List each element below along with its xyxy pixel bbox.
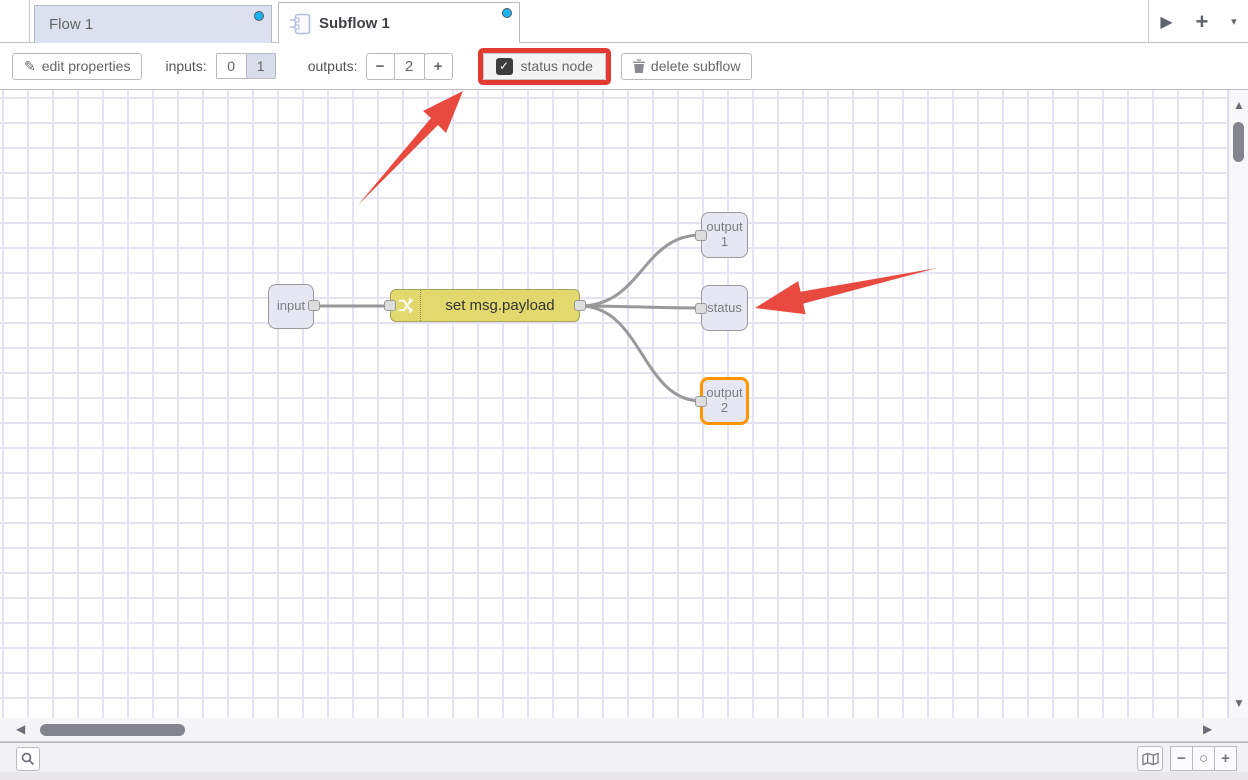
inputs-option-1[interactable]: 1 <box>246 54 275 78</box>
scroll-left-icon[interactable]: ◀ <box>16 722 25 736</box>
vertical-scrollbar[interactable]: ▲ ▼ <box>1228 90 1248 718</box>
trash-icon <box>633 59 645 73</box>
scroll-up-icon[interactable]: ▲ <box>1229 98 1248 112</box>
inputs-label: inputs: <box>165 58 206 74</box>
search-icon <box>21 752 35 766</box>
outputs-spinner: − 2 + <box>366 53 453 80</box>
tab-list-menu-icon[interactable]: ▾ <box>1231 15 1237 28</box>
inputs-option-0[interactable]: 0 <box>217 54 246 78</box>
shuffle-icon <box>397 297 414 314</box>
tab-modified-dot <box>502 8 512 18</box>
add-flow-icon[interactable]: + <box>1195 9 1208 35</box>
pencil-icon: ✎ <box>24 58 36 75</box>
canvas-grid[interactable] <box>0 90 1228 718</box>
horizontal-scrollbar[interactable]: ◀ ▶ <box>0 718 1248 742</box>
port-change-output[interactable] <box>574 300 586 311</box>
node-change[interactable]: set msg.payload <box>390 289 580 322</box>
scroll-right-icon[interactable]: ▶ <box>1203 722 1212 736</box>
outputs-value: 2 <box>394 53 425 80</box>
scroll-down-icon[interactable]: ▼ <box>1229 696 1248 710</box>
zoom-controls: − ○ + <box>1170 746 1237 771</box>
outputs-decrease-button[interactable]: − <box>366 53 395 80</box>
tabbar-left-spacer <box>0 0 30 43</box>
inputs-segmented-control: 0 1 <box>216 53 276 79</box>
tab-subflow-1[interactable]: Subflow 1 <box>278 2 520 44</box>
zoom-in-button[interactable]: + <box>1214 746 1237 771</box>
port-input-output[interactable] <box>308 300 320 311</box>
tabbar-actions: ▶ + ▾ <box>1148 0 1248 43</box>
port-change-input[interactable] <box>384 300 396 311</box>
node-input-label: input <box>277 299 305 314</box>
zoom-out-button[interactable]: − <box>1170 746 1193 771</box>
node-output-2-label: output2 <box>706 386 742 416</box>
subflow-toolbar: ✎ edit properties inputs: 0 1 outputs: −… <box>0 43 1248 90</box>
zoom-reset-button[interactable]: ○ <box>1192 746 1215 771</box>
vertical-scrollbar-thumb[interactable] <box>1233 122 1244 162</box>
tab-subflow-1-label: Subflow 1 <box>319 15 390 32</box>
node-status[interactable]: status <box>701 285 748 331</box>
bottom-edge-strip <box>0 772 1248 780</box>
horizontal-scrollbar-thumb[interactable] <box>40 724 185 736</box>
node-output-2[interactable]: output2 <box>700 377 749 425</box>
edit-properties-label: edit properties <box>42 58 131 74</box>
editor-footer: − ○ + <box>0 742 1248 772</box>
footer-right-controls: − ○ + <box>1137 746 1237 771</box>
tab-modified-dot <box>254 11 264 21</box>
status-node-toggle[interactable]: ✓ status node <box>483 53 606 80</box>
edit-properties-button[interactable]: ✎ edit properties <box>12 53 142 80</box>
red-annotation-box: ✓ status node <box>478 48 611 85</box>
node-status-label: status <box>707 301 742 316</box>
checkbox-checked-icon[interactable]: ✓ <box>496 58 513 75</box>
status-node-label: status node <box>521 58 593 74</box>
node-output-1-label: output1 <box>706 220 742 250</box>
subflow-icon <box>289 12 311 36</box>
port-status-input[interactable] <box>695 303 707 314</box>
outputs-label: outputs: <box>308 58 358 74</box>
navigator-button[interactable] <box>1137 746 1163 771</box>
map-icon <box>1142 752 1159 766</box>
workspace-tabbar: Flow 1 Subflow 1 ▶ + ▾ <box>0 0 1248 43</box>
node-output-1[interactable]: output1 <box>701 212 748 258</box>
outputs-increase-button[interactable]: + <box>424 53 453 80</box>
port-output-1-input[interactable] <box>695 230 707 241</box>
tab-scroll-right-icon[interactable]: ▶ <box>1160 12 1172 32</box>
tab-flow-1-label: Flow 1 <box>49 16 93 33</box>
search-flows-button[interactable] <box>16 747 40 771</box>
node-red-editor: Flow 1 Subflow 1 ▶ + ▾ ✎ edit properties… <box>0 0 1248 780</box>
flow-canvas[interactable]: input set msg.payload output1 <box>0 90 1248 718</box>
delete-subflow-label: delete subflow <box>651 58 741 74</box>
port-output-2-input[interactable] <box>695 396 707 407</box>
change-node-label: set msg.payload <box>421 290 579 321</box>
delete-subflow-button[interactable]: delete subflow <box>621 53 753 80</box>
tab-flow-1[interactable]: Flow 1 <box>34 5 272 43</box>
